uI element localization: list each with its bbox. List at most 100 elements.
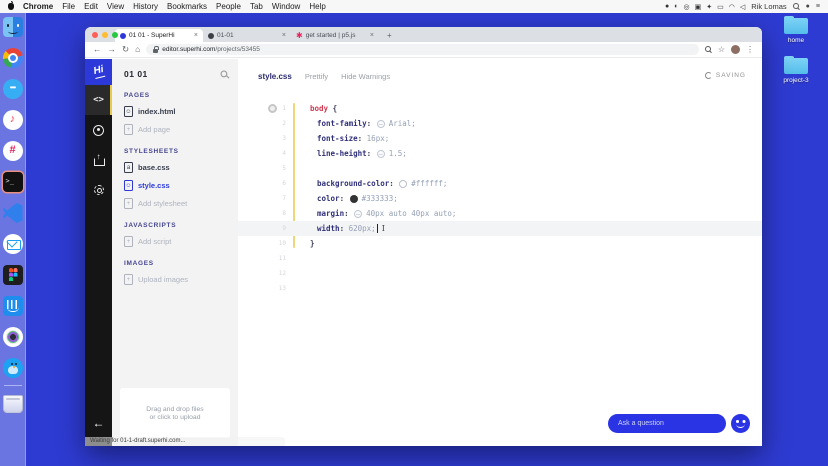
spotlight-search-icon[interactable]	[792, 3, 800, 10]
bookmark-star-icon[interactable]: ☆	[718, 45, 725, 54]
wifi-icon[interactable]: ◠	[729, 3, 735, 11]
dock-intercom-icon[interactable]	[2, 296, 23, 316]
close-window-button[interactable]	[92, 31, 98, 38]
code-line-3[interactable]: 3 font-size: 16px;	[238, 131, 762, 146]
menu-item-help[interactable]: Help	[309, 2, 325, 11]
menu-item-edit[interactable]: Edit	[84, 2, 98, 11]
color-swatch[interactable]	[399, 179, 408, 188]
dock-figma-icon[interactable]	[2, 265, 23, 285]
volume-icon[interactable]: ◁	[740, 3, 745, 11]
zoom-page-icon[interactable]	[704, 46, 712, 53]
code-line-11[interactable]: 11	[238, 251, 762, 266]
browser-tab-3[interactable]: ✱ get started | p5.js ×	[291, 29, 379, 42]
ask-question-button[interactable]: Ask a question	[608, 414, 726, 433]
dock-divider	[3, 385, 22, 386]
file-item-upload-images[interactable]: + Upload images	[124, 274, 228, 285]
status-dot-icon[interactable]: ●	[665, 3, 669, 10]
siri-icon[interactable]: ●	[806, 3, 810, 10]
code-line-8[interactable]: 8 margin: –40px auto 40px auto;	[238, 206, 762, 221]
prettify-button[interactable]: Prettify	[305, 72, 328, 81]
superhi-logo[interactable]: Hi	[85, 59, 112, 85]
dock-trash-icon[interactable]	[2, 393, 23, 413]
upload-dropzone[interactable]: Drag and drop files or click to upload	[120, 388, 230, 438]
dock-terminal-icon[interactable]: >_	[2, 172, 23, 192]
code-line-9[interactable]: 9 width: 620px; I	[238, 221, 762, 236]
code-line-6[interactable]: 6 background-color: #ffffff;	[238, 176, 762, 191]
color-swatch[interactable]	[349, 194, 358, 203]
file-item-style-css[interactable]: ☺ style.css	[124, 180, 228, 191]
file-section-pages: PAGES ☺ index.html + Add page	[124, 92, 228, 135]
new-tab-button[interactable]: +	[383, 29, 396, 42]
dock-chrome-icon[interactable]	[2, 48, 23, 68]
home-icon[interactable]: ⌂	[135, 45, 140, 54]
back-arrow-button[interactable]: ←	[85, 416, 112, 430]
value-stepper-icon[interactable]: –	[354, 209, 363, 218]
display-icon[interactable]: ▣	[695, 3, 702, 11]
profile-avatar[interactable]	[731, 45, 740, 54]
rail-share-tab[interactable]	[85, 145, 112, 175]
dock-slack-icon[interactable]: #	[2, 141, 23, 161]
dock-vscode-icon[interactable]	[2, 203, 23, 223]
back-icon[interactable]: ←	[93, 45, 102, 54]
menu-item-people[interactable]: People	[216, 2, 241, 11]
tab-close-icon[interactable]: ×	[282, 32, 286, 39]
help-smiley-button[interactable]	[731, 414, 750, 433]
code-line-5[interactable]: 5	[238, 161, 762, 176]
dock-twitter-icon[interactable]	[2, 358, 23, 378]
menu-item-window[interactable]: Window	[272, 2, 300, 11]
dock-messages-icon[interactable]: •••	[2, 79, 23, 99]
code-token: :	[344, 209, 354, 218]
file-item-add-script[interactable]: + Add script	[124, 236, 228, 247]
menu-item-chrome[interactable]: Chrome	[23, 2, 53, 11]
code-line-13[interactable]: 13	[238, 281, 762, 296]
dock-music-icon[interactable]: ♪	[2, 110, 23, 130]
forward-icon[interactable]: →	[108, 45, 117, 54]
reload-icon[interactable]: ↻	[122, 45, 129, 54]
code-line-2[interactable]: 2 font-family: – Arial;	[238, 116, 762, 131]
code-line-1[interactable]: 1 body {	[238, 101, 762, 116]
update-icon[interactable]: ◐	[674, 3, 678, 10]
rail-settings-tab[interactable]	[85, 175, 112, 205]
browser-tab-2[interactable]: 01-01 ×	[203, 29, 291, 42]
camera-icon[interactable]: ◎	[684, 3, 690, 11]
menu-user-name[interactable]: Rik Lomas	[751, 2, 786, 11]
editor-file-tab[interactable]: style.css	[258, 72, 292, 81]
notification-center-icon[interactable]: ≡	[816, 3, 820, 10]
browser-menu-icon[interactable]: ⋮	[746, 45, 754, 54]
code-line-7[interactable]: 7 color: #333333;	[238, 191, 762, 206]
code-line-10[interactable]: 10}	[238, 236, 762, 251]
rail-code-tab[interactable]: <>	[85, 85, 112, 115]
browser-tab-1[interactable]: 01 01 - SuperHi ×	[115, 29, 203, 42]
dock-screenflow-icon[interactable]	[2, 327, 23, 347]
dock-finder-icon[interactable]	[2, 17, 23, 37]
file-item-index-html[interactable]: ☺ index.html	[124, 106, 228, 117]
code-line-12[interactable]: 12	[238, 266, 762, 281]
hide-warnings-button[interactable]: Hide Warnings	[341, 72, 390, 81]
desktop-folder-project-3[interactable]: project-3	[770, 55, 822, 84]
file-item-add-stylesheet[interactable]: + Add stylesheet	[124, 198, 228, 209]
file-item-base-css[interactable]: a base.css	[124, 162, 228, 173]
menu-item-view[interactable]: View	[107, 2, 124, 11]
rail-preview-tab[interactable]	[85, 115, 112, 145]
file-search-icon[interactable]	[220, 69, 228, 78]
battery-icon[interactable]: ▭	[717, 3, 724, 11]
menu-item-tab[interactable]: Tab	[250, 2, 263, 11]
menu-item-history[interactable]: History	[133, 2, 158, 11]
code-line-4[interactable]: 4 line-height: –1.5;	[238, 146, 762, 161]
menu-item-bookmarks[interactable]: Bookmarks	[167, 2, 207, 11]
apple-menu-icon[interactable]	[8, 1, 14, 10]
value-stepper-icon[interactable]: –	[376, 119, 385, 128]
file-item-add-page[interactable]: + Add page	[124, 124, 228, 135]
zoom-window-button[interactable]	[112, 31, 118, 38]
tab-close-icon[interactable]: ×	[194, 32, 198, 39]
address-bar[interactable]: editor.superhi.com/projects/53455	[146, 44, 699, 55]
minimize-window-button[interactable]	[102, 31, 108, 38]
value-stepper-icon[interactable]: –	[376, 149, 385, 158]
code-line-content: line-height: –1.5;	[286, 149, 407, 158]
dock-mail-icon[interactable]	[2, 234, 23, 254]
menu-item-file[interactable]: File	[62, 2, 75, 11]
tab-close-icon[interactable]: ×	[370, 32, 374, 39]
dropbox-icon[interactable]: ✦	[706, 3, 712, 11]
desktop-folder-home[interactable]: home	[770, 15, 822, 44]
code-area[interactable]: 1 body {2 font-family: – Arial; 3 font-size: …	[238, 101, 762, 446]
